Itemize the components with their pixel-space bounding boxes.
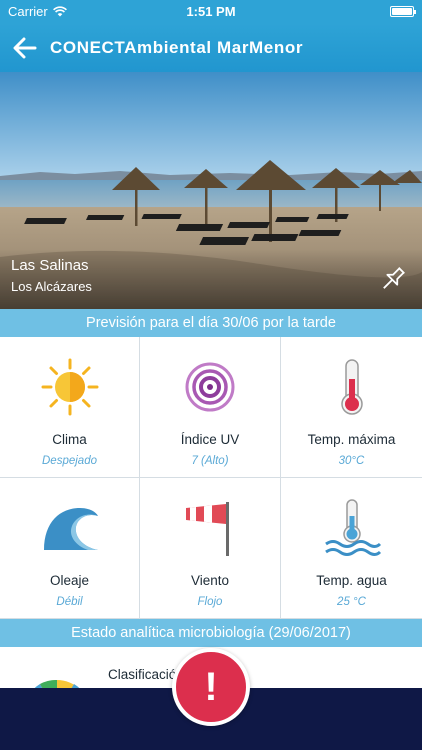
back-button[interactable] <box>0 24 50 72</box>
forecast-value: 25 °C <box>337 596 366 608</box>
forecast-label: Índice UV <box>180 432 240 447</box>
page-title: CONECTAmbiental MarMenor <box>50 38 304 57</box>
alert-button[interactable]: ! <box>172 648 250 726</box>
windsock-icon <box>186 502 229 556</box>
battery-icon <box>390 6 416 17</box>
forecast-item-oleaje: Oleaje Débil <box>0 478 140 619</box>
forecast-label: Temp. agua <box>316 573 387 588</box>
thermometer-icon <box>340 359 363 415</box>
forecast-grid: Clima Despejado Índice UV 7 (Alto) Temp.… <box>0 337 422 619</box>
beach-name: Las Salinas <box>11 257 89 274</box>
forecast-value: Flojo <box>197 596 223 608</box>
microbiology-header: Estado analítica microbiología (29/06/20… <box>0 619 422 647</box>
forecast-header: Previsión para el día 30/06 por la tarde <box>0 309 422 337</box>
forecast-label: Temp. máxima <box>307 432 396 447</box>
wave-icon <box>43 508 98 550</box>
forecast-value: Débil <box>56 596 83 608</box>
beach-photo: Las Salinas Los Alcázares <box>0 72 422 309</box>
water-thermometer-icon <box>324 499 381 556</box>
alert-icon: ! <box>204 664 218 709</box>
status-bar: Carrier 1:51 PM <box>0 0 422 24</box>
forecast-label: Clima <box>52 432 87 447</box>
forecast-item-uv: Índice UV 7 (Alto) <box>140 337 281 478</box>
forecast-label: Oleaje <box>49 573 90 588</box>
uv-index-icon <box>185 362 235 412</box>
forecast-item-viento: Viento Flojo <box>140 478 281 619</box>
pin-icon[interactable] <box>378 264 408 294</box>
forecast-item-temp-agua: Temp. agua 25 °C <box>281 478 422 619</box>
forecast-value: 7 (Alto) <box>191 455 229 467</box>
forecast-item-clima: Clima Despejado <box>0 337 140 478</box>
forecast-value: 30°C <box>338 455 365 467</box>
forecast-value: Despejado <box>42 455 97 467</box>
forecast-item-temp-max: Temp. máxima 30°C <box>281 337 422 478</box>
town-name: Los Alcázares <box>11 279 92 294</box>
forecast-label: Viento <box>190 573 230 588</box>
arrow-left-icon <box>13 37 37 59</box>
clock: 1:51 PM <box>186 4 236 19</box>
sun-icon <box>41 358 98 416</box>
nav-bar: CONECTAmbiental MarMenor <box>0 24 422 72</box>
